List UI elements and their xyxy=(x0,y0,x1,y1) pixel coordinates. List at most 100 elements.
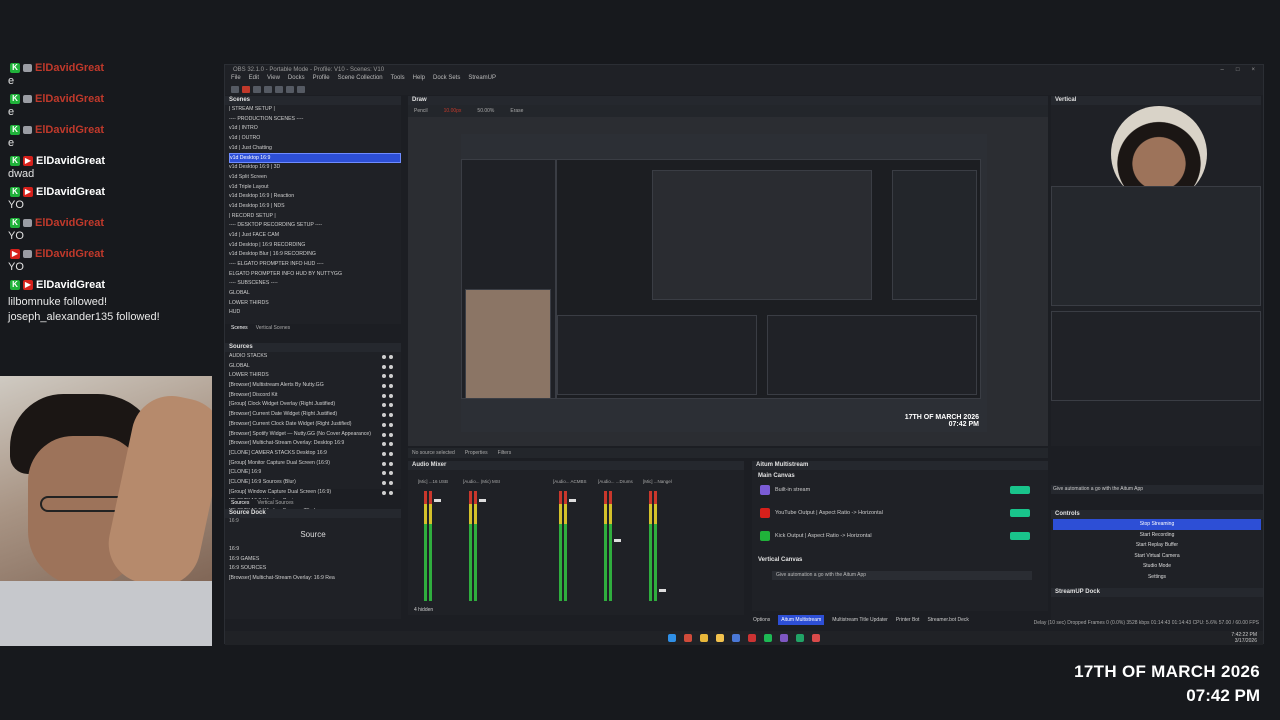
maximize-icon[interactable]: □ xyxy=(1236,65,1240,75)
obs-icon[interactable] xyxy=(748,634,756,642)
output-toggle[interactable] xyxy=(1010,532,1030,540)
menu-streamup[interactable]: StreamUP xyxy=(468,75,496,84)
scene-item[interactable]: v1d Desktop 16:9 | NDS xyxy=(229,202,401,212)
scene-item[interactable]: ---- DESKTOP RECORDING SETUP ---- xyxy=(229,221,401,231)
lock-icon[interactable] xyxy=(389,413,393,418)
lock-icon[interactable] xyxy=(389,355,393,359)
output-toggle[interactable] xyxy=(1010,486,1030,494)
draw-tool-opacity[interactable]: 50.00% xyxy=(477,105,494,117)
visibility-icon[interactable] xyxy=(382,442,386,447)
lock-icon[interactable] xyxy=(389,422,393,427)
start-virtual-camera-button[interactable]: Start Virtual Camera xyxy=(1053,551,1261,562)
scene-item[interactable]: v1d Triple Layout xyxy=(229,183,401,193)
draw-tool-erase[interactable]: Erase xyxy=(510,105,523,117)
preview-canvas[interactable]: 17TH OF MARCH 2026 07:42 PM xyxy=(461,134,987,432)
visibility-icon[interactable] xyxy=(382,432,386,437)
lock-icon[interactable] xyxy=(389,461,393,466)
scene-item[interactable]: v1d | INTRO xyxy=(229,124,401,134)
lock-icon[interactable] xyxy=(389,364,393,369)
draw-tool-size[interactable]: 10.00px xyxy=(444,105,462,117)
scene-item[interactable]: | STREAM SETUP | xyxy=(229,105,401,115)
scene-item[interactable]: ---- SUBSCENES ---- xyxy=(229,279,401,289)
app-icon[interactable] xyxy=(684,634,692,642)
tab-vertical-sources[interactable]: Vertical Sources xyxy=(257,499,293,508)
lock-icon[interactable] xyxy=(389,403,393,408)
scene-item[interactable]: v1d | OUTRO xyxy=(229,134,401,144)
visibility-icon[interactable] xyxy=(382,393,386,398)
settings-button[interactable]: Settings xyxy=(1053,572,1261,583)
output-toggle[interactable] xyxy=(1010,509,1030,517)
menu-file[interactable]: File xyxy=(231,75,241,84)
list-item[interactable]: 16:9 xyxy=(229,543,401,553)
menu-tools[interactable]: Tools xyxy=(391,75,405,84)
toolbar-button[interactable] xyxy=(275,86,283,93)
volume-fader[interactable] xyxy=(659,589,666,592)
folder-icon[interactable] xyxy=(716,634,724,642)
spotify-icon[interactable] xyxy=(764,634,772,642)
source-item[interactable]: [Browser] Discord Kit xyxy=(229,391,401,401)
windows-start-icon[interactable] xyxy=(668,634,676,642)
menu-docks[interactable]: Docks xyxy=(288,75,305,84)
aitum-prompt[interactable]: Give automation a go with the Aitum App xyxy=(772,571,1032,580)
menu-view[interactable]: View xyxy=(267,75,280,84)
scene-item[interactable]: v1d | Just FACE CAM xyxy=(229,231,401,241)
volume-fader[interactable] xyxy=(569,499,576,502)
visibility-icon[interactable] xyxy=(382,374,386,379)
source-item[interactable]: [Browser] Multichat-Stream Overlay: Desk… xyxy=(229,439,401,449)
properties-button[interactable]: Properties xyxy=(465,448,488,458)
lock-icon[interactable] xyxy=(389,374,393,379)
source-item[interactable]: AUDIO STACKS xyxy=(229,352,401,362)
source-item[interactable]: GLOBAL xyxy=(229,362,401,372)
lock-icon[interactable] xyxy=(389,384,393,389)
scene-item[interactable]: v1d Desktop | 16:9 RECORDING xyxy=(229,241,401,251)
filters-button[interactable]: Filters xyxy=(498,448,512,458)
source-item[interactable]: [CLONE] CAMERA STACKS Desktop 16:9 xyxy=(229,449,401,459)
visibility-icon[interactable] xyxy=(382,471,386,476)
scene-item[interactable]: ---- PRODUCTION SCENES ---- xyxy=(229,115,401,125)
menu-edit[interactable]: Edit xyxy=(249,75,259,84)
menu-help[interactable]: Help xyxy=(413,75,425,84)
visibility-icon[interactable] xyxy=(382,490,386,495)
scene-item[interactable]: v1d | Just Chatting xyxy=(229,144,401,154)
scene-item[interactable]: LOWER THIRDS xyxy=(229,299,401,309)
volume-fader[interactable] xyxy=(479,499,486,502)
lock-icon[interactable] xyxy=(389,490,393,495)
source-item[interactable]: [Browser] Multistream Alerts By Nutty.GG xyxy=(229,381,401,391)
scene-item[interactable]: v1d Desktop 16:9 | 3D xyxy=(229,163,401,173)
volume-fader[interactable] xyxy=(614,539,621,542)
app-icon[interactable] xyxy=(796,634,804,642)
app-icon[interactable] xyxy=(812,634,820,642)
lock-icon[interactable] xyxy=(389,471,393,476)
source-item[interactable]: [CLONE] 16:9 Sources (Blur) xyxy=(229,478,401,488)
visibility-icon[interactable] xyxy=(382,403,386,408)
minimize-icon[interactable]: – xyxy=(1221,65,1224,75)
app-icon[interactable] xyxy=(700,634,708,642)
visibility-icon[interactable] xyxy=(382,413,386,418)
list-item[interactable]: 16:9 SOURCES xyxy=(229,562,401,572)
source-item[interactable]: [Group] Clock Widget Overlay (Right Just… xyxy=(229,400,401,410)
list-item[interactable]: [Browser] Multichat-Stream Overlay: 16:9… xyxy=(229,572,401,582)
scene-item[interactable]: v1d Desktop 16:9 | Reaction xyxy=(229,192,401,202)
menu-dock-sets[interactable]: Dock Sets xyxy=(433,75,460,84)
source-item[interactable]: [Group] Monitor Capture Dual Screen (16:… xyxy=(229,459,401,469)
scene-item[interactable]: | RECORD SETUP | xyxy=(229,212,401,222)
hidden-count[interactable]: 4 hidden xyxy=(414,607,433,613)
scene-item[interactable]: v1d Desktop Blur | 16:9 RECORDING xyxy=(229,250,401,260)
source-item[interactable]: [Group] Window Capture Dual Screen (16:9… xyxy=(229,488,401,498)
app-icon[interactable] xyxy=(780,634,788,642)
start-replay-buffer-button[interactable]: Start Replay Buffer xyxy=(1053,540,1261,551)
studio-mode-button[interactable]: Studio Mode xyxy=(1053,561,1261,572)
source-item[interactable]: [Browser] Spotify Widget — Nutty.GG (No … xyxy=(229,430,401,440)
lock-icon[interactable] xyxy=(389,480,393,485)
source-item[interactable]: LOWER THIRDS xyxy=(229,371,401,381)
source-item[interactable]: [Browser] Current Date Widget (Right Jus… xyxy=(229,410,401,420)
close-icon[interactable]: × xyxy=(1251,65,1255,75)
record-icon[interactable] xyxy=(242,86,250,93)
controls-prompt[interactable]: Give automation a go with the Aitum App xyxy=(1051,485,1263,494)
scene-item[interactable]: ELGATO PROMPTER INFO HUD BY NUTTYGG xyxy=(229,270,401,280)
toolbar-button[interactable] xyxy=(286,86,294,93)
tab-sources[interactable]: Sources xyxy=(231,499,249,508)
lock-icon[interactable] xyxy=(389,451,393,456)
visibility-icon[interactable] xyxy=(382,451,386,456)
scene-item[interactable]: v1d Split Screen xyxy=(229,173,401,183)
